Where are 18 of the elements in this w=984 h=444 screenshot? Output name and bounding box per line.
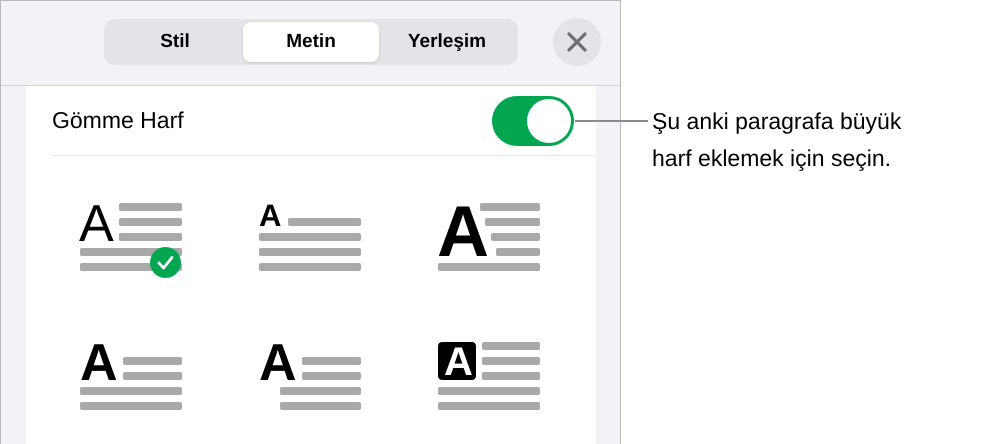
tab[interactable]: Stil [107, 22, 243, 62]
letter-box [438, 342, 476, 380]
drop-cap-label: Gömme Harf [52, 107, 184, 134]
close-icon [567, 32, 587, 52]
tab[interactable]: Yerleşim [379, 22, 515, 62]
tab[interactable]: Metin [243, 22, 379, 62]
text-lines-icon [438, 203, 540, 271]
callout-text: Şu anki paragrafa büyük harf eklemek için seçin. [652, 107, 902, 173]
checkmark-icon [150, 247, 181, 278]
drop-cap-style-option[interactable]: A [247, 191, 373, 283]
drop-cap-style-option[interactable]: A [247, 330, 373, 422]
drop-cap-style-option[interactable]: A [68, 191, 194, 283]
drop-cap-style-option[interactable]: A [426, 330, 552, 422]
toggle-switch[interactable] [492, 96, 574, 146]
close-button[interactable] [553, 18, 601, 66]
drop-cap-style-option[interactable]: A [68, 330, 194, 422]
drop-cap-style-option[interactable]: A [426, 191, 552, 283]
text-lines-icon [438, 342, 540, 410]
